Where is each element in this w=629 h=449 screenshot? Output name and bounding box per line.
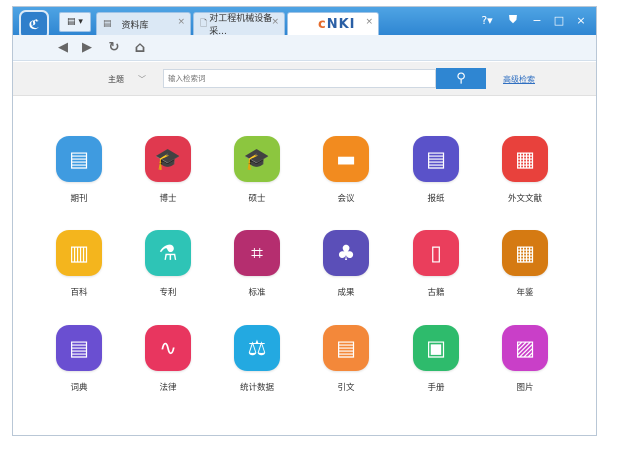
category-ancient-books[interactable]: ▯ 古籍	[401, 230, 471, 310]
category-statistics[interactable]: ⚖ 统计数据	[222, 325, 292, 405]
tab-close-icon[interactable]: ×	[365, 17, 373, 27]
statistics-icon[interactable]: ⚖	[234, 325, 280, 371]
refresh-icon[interactable]: ↻	[106, 39, 122, 55]
category-label: 期刊	[70, 194, 88, 204]
database-tab-icon: ▤	[103, 19, 112, 29]
title-bar: ℭ ▤ ▾ ▤ 资料库 × 🗋 对工程机械设备采... × cNKI × ?▾ …	[13, 7, 596, 40]
category-label: 年鉴	[516, 288, 534, 298]
search-button[interactable]: ⚲	[436, 68, 486, 89]
category-label: 外文文献	[507, 194, 542, 204]
forward-icon[interactable]: ▶	[79, 39, 95, 55]
close-window-button[interactable]: ×	[572, 11, 590, 29]
maximize-button[interactable]: □	[550, 11, 568, 29]
category-achievement[interactable]: ♣ 成果	[311, 230, 381, 310]
category-label: 会议	[337, 194, 355, 204]
encyclopedia-icon[interactable]: ▥	[56, 230, 102, 276]
tab-close-icon[interactable]: ×	[271, 17, 279, 27]
tab-list-menu-button[interactable]: ▤ ▾	[59, 12, 91, 32]
category-label: 专利	[159, 288, 177, 298]
tab-close-icon[interactable]: ×	[177, 17, 185, 27]
search-bar: 主题 ﹀ ⚲ 高级检索	[13, 62, 596, 96]
law-icon[interactable]: ∿	[145, 325, 191, 371]
doctoral-icon[interactable]: 🎓	[145, 136, 191, 182]
category-picture[interactable]: ▨ 图片	[490, 325, 560, 405]
handbook-icon[interactable]: ▣	[413, 325, 459, 371]
navigation-toolbar: ◀ ▶ ↻ ⌂	[13, 35, 596, 61]
category-conference[interactable]: ▬ 会议	[311, 136, 381, 216]
ancient-books-icon[interactable]: ▯	[413, 230, 459, 276]
category-journal[interactable]: ▤ 期刊	[44, 136, 114, 216]
category-label: 法律	[159, 383, 177, 393]
journal-icon[interactable]: ▤	[56, 136, 102, 182]
category-label: 成果	[337, 288, 355, 298]
tab-document[interactable]: 🗋 对工程机械设备采... ×	[193, 12, 285, 37]
patent-icon[interactable]: ⚗	[145, 230, 191, 276]
help-menu-icon[interactable]: ?▾	[476, 11, 498, 29]
category-foreign-literature[interactable]: ▦ 外文文献	[490, 136, 560, 216]
chevron-down-icon: ﹀	[138, 75, 146, 84]
category-label: 标准	[248, 288, 266, 298]
picture-icon[interactable]: ▨	[502, 325, 548, 371]
category-handbook[interactable]: ▣ 手册	[401, 325, 471, 405]
search-scope-select[interactable]: 主题 ﹀	[108, 71, 160, 88]
tab-database-label: 资料库	[121, 20, 149, 31]
achievement-icon[interactable]: ♣	[323, 230, 369, 276]
home-icon[interactable]: ⌂	[132, 38, 148, 56]
category-label: 博士	[159, 194, 177, 204]
category-dictionary[interactable]: ▤ 词典	[44, 325, 114, 405]
category-doctoral[interactable]: 🎓 博士	[133, 136, 203, 216]
category-newspaper[interactable]: ▤ 报纸	[401, 136, 471, 216]
category-label: 报纸	[427, 194, 445, 204]
tab-cnki-home[interactable]: cNKI ×	[287, 12, 379, 35]
search-input[interactable]	[163, 69, 436, 88]
category-label: 词典	[70, 383, 88, 393]
skin-icon[interactable]: ⛊	[504, 11, 522, 29]
category-encyclopedia[interactable]: ▥ 百科	[44, 230, 114, 310]
category-standard[interactable]: ⌗ 标准	[222, 230, 292, 310]
newspaper-icon[interactable]: ▤	[413, 136, 459, 182]
cnki-logo-icon: cNKI	[318, 16, 356, 32]
masters-icon[interactable]: 🎓	[234, 136, 280, 182]
back-icon[interactable]: ◀	[55, 39, 71, 55]
category-yearbook[interactable]: ▦ 年鉴	[490, 230, 560, 310]
category-label: 硕士	[248, 194, 266, 204]
category-law[interactable]: ∿ 法律	[133, 325, 203, 405]
page-icon: 🗋	[200, 19, 208, 29]
conference-icon[interactable]: ▬	[323, 136, 369, 182]
category-patent[interactable]: ⚗ 专利	[133, 230, 203, 310]
search-icon: ⚲	[456, 71, 466, 86]
advanced-search-link[interactable]: 高级检索	[503, 74, 535, 85]
citation-icon[interactable]: ▤	[323, 325, 369, 371]
dictionary-icon[interactable]: ▤	[56, 325, 102, 371]
category-label: 古籍	[427, 288, 445, 298]
yearbook-icon[interactable]: ▦	[502, 230, 548, 276]
category-masters[interactable]: 🎓 硕士	[222, 136, 292, 216]
tab-database[interactable]: ▤ 资料库 ×	[96, 12, 191, 35]
category-label: 统计数据	[239, 383, 274, 393]
cnki-app-window: ℭ ▤ ▾ ▤ 资料库 × 🗋 对工程机械设备采... × cNKI × ?▾ …	[12, 6, 597, 436]
minimize-button[interactable]: −	[528, 11, 546, 29]
category-citation[interactable]: ▤ 引文	[311, 325, 381, 405]
search-scope-label: 主题	[108, 75, 124, 84]
foreign-literature-icon[interactable]: ▦	[502, 136, 548, 182]
category-label: 百科	[70, 288, 88, 298]
category-label: 图片	[516, 383, 534, 393]
category-label: 手册	[427, 383, 445, 393]
category-label: 引文	[337, 383, 355, 393]
standard-icon[interactable]: ⌗	[234, 230, 280, 276]
